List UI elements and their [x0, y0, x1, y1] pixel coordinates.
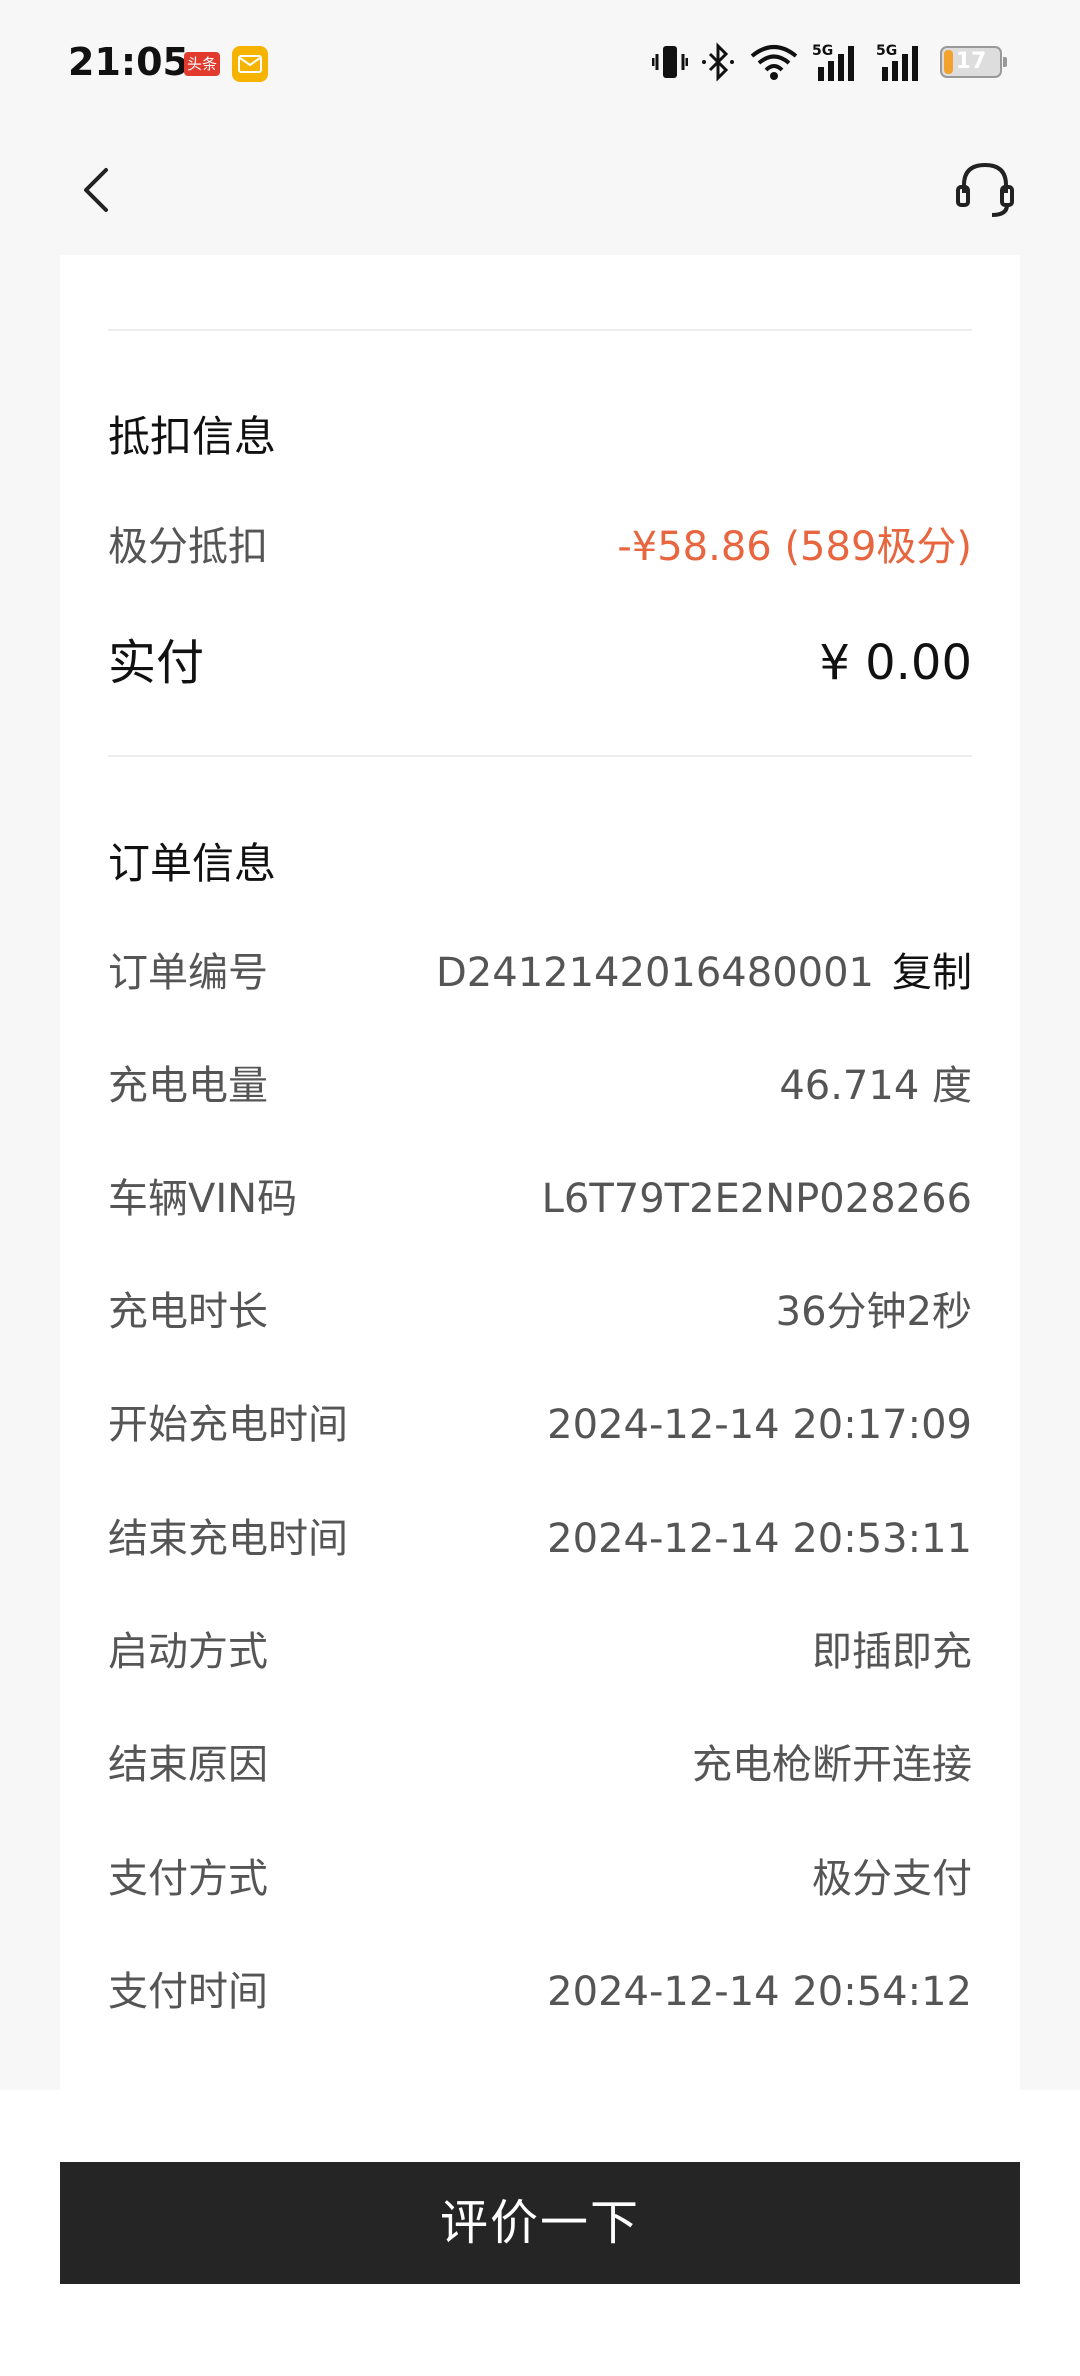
nav-bar	[0, 150, 1080, 230]
wifi-icon	[748, 42, 800, 82]
row-value: 2024-12-14 20:54:12	[547, 1969, 972, 2015]
order-info-row: 支付方式 极分支付	[108, 1849, 972, 1909]
row-label: 启动方式	[108, 1629, 268, 1675]
paid-value: ¥ 0.00	[819, 635, 972, 691]
points-deduction-row: 极分抵扣 -¥58.86 (589极分)	[108, 517, 972, 577]
status-time: 21:05	[68, 40, 189, 84]
copy-button[interactable]: 复制	[892, 950, 972, 996]
headset-icon[interactable]	[950, 155, 1020, 225]
vibrate-icon	[652, 42, 688, 82]
order-info-row: 启动方式 即插即充	[108, 1622, 972, 1682]
order-info-row: 开始充电时间 2024-12-14 20:17:09	[108, 1395, 972, 1455]
home-indicator	[0, 2366, 1080, 2376]
signal-5g-icon: 5G	[812, 41, 864, 83]
order-detail-card: 抵扣信息 极分抵扣 -¥58.86 (589极分) 实付 ¥ 0.00 订单信息…	[60, 255, 1020, 2090]
row-label: 充电时长	[108, 1289, 268, 1335]
row-value: L6T79T2E2NP028266	[541, 1176, 972, 1222]
order-info-row: 结束原因 充电枪断开连接	[108, 1735, 972, 1795]
row-value: 36分钟2秒	[775, 1289, 972, 1335]
order-number: D2412142016480001	[436, 950, 874, 996]
battery-icon: 17	[940, 46, 1007, 78]
battery-percent: 17	[955, 49, 987, 74]
deduction-section-title: 抵扣信息	[108, 412, 277, 461]
divider	[108, 329, 972, 331]
rate-button[interactable]: 评价一下	[60, 2162, 1020, 2284]
order-section-title: 订单信息	[108, 839, 277, 888]
row-value: 46.714 度	[779, 1063, 972, 1109]
row-value: 即插即充	[812, 1629, 972, 1675]
row-label: 结束充电时间	[108, 1516, 348, 1562]
row-label: 开始充电时间	[108, 1402, 348, 1448]
row-label: 支付方式	[108, 1856, 268, 1902]
row-value: 极分支付	[812, 1856, 972, 1902]
points-deduction-label: 极分抵扣	[108, 524, 268, 570]
order-info-row: 充电电量 46.714 度	[108, 1056, 972, 1116]
row-value: 2024-12-14 20:53:11	[547, 1516, 972, 1562]
row-value: 充电枪断开连接	[692, 1742, 972, 1788]
row-label: 车辆VIN码	[108, 1176, 298, 1222]
order-info-row: 车辆VIN码 L6T79T2E2NP028266	[108, 1169, 972, 1229]
paid-row: 实付 ¥ 0.00	[108, 628, 972, 698]
svg-text:5G: 5G	[812, 43, 833, 59]
order-info-row: 支付时间 2024-12-14 20:54:12	[108, 1962, 972, 2022]
chevron-left-icon[interactable]	[70, 160, 130, 220]
paid-label: 实付	[108, 635, 205, 691]
row-label: 充电电量	[108, 1063, 268, 1109]
bottom-action-bar: 评价一下	[0, 2090, 1080, 2376]
svg-text:5G: 5G	[876, 43, 897, 59]
order-info-row: 充电时长 36分钟2秒	[108, 1282, 972, 1342]
divider	[108, 755, 972, 757]
signal-5g-icon: 5G	[876, 41, 928, 83]
order-info-row: 结束充电时间 2024-12-14 20:53:11	[108, 1509, 972, 1569]
news-app-icon: 头条	[184, 52, 220, 76]
row-label: 结束原因	[108, 1742, 268, 1788]
points-deduction-value: -¥58.86 (589极分)	[617, 524, 972, 570]
status-bar: 21:05 头条 5G 5G 17	[0, 0, 1080, 128]
row-label: 支付时间	[108, 1969, 268, 2015]
order-number-value: D2412142016480001 复制	[436, 943, 972, 1003]
row-value: 2024-12-14 20:17:09	[547, 1402, 972, 1448]
order-number-row: 订单编号 D2412142016480001 复制	[108, 943, 972, 1003]
mail-app-icon	[232, 46, 268, 82]
row-label: 订单编号	[108, 950, 268, 996]
bluetooth-icon	[700, 42, 736, 82]
